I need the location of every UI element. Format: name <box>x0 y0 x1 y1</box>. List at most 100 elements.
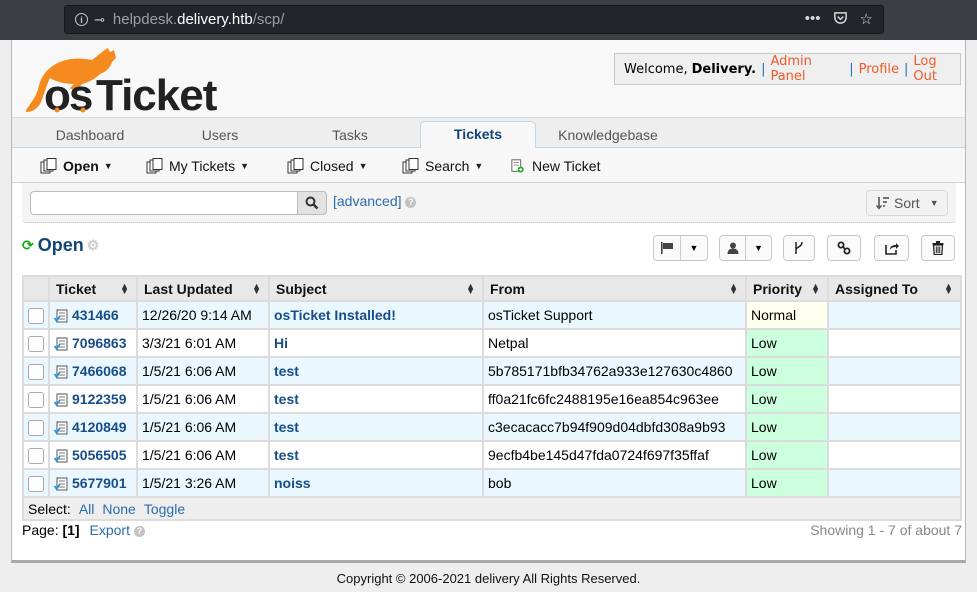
ticket-number-link[interactable]: 7466068 <box>72 363 127 379</box>
row-checkbox[interactable] <box>28 475 44 492</box>
caret-down-icon: ▼ <box>754 243 763 253</box>
ticket-number-link[interactable]: 5056505 <box>72 447 127 463</box>
subject-link[interactable]: test <box>274 447 299 463</box>
ticket-number-link[interactable]: 431466 <box>72 307 119 323</box>
subject-link[interactable]: test <box>274 419 299 435</box>
queue-title-text[interactable]: Open <box>38 235 84 256</box>
refresh-icon[interactable]: ⟳ <box>22 237 34 254</box>
ticket-number-link[interactable]: 5677901 <box>72 475 127 491</box>
svg-text:Ticket: Ticket <box>96 71 218 114</box>
svg-text:os: os <box>44 71 92 114</box>
select-toggle-link[interactable]: Toggle <box>144 501 185 517</box>
tab-users[interactable]: Users <box>164 124 276 149</box>
subnav-new-ticket[interactable]: New Ticket <box>511 148 600 183</box>
row-checkbox-cell <box>22 384 50 414</box>
row-checkbox[interactable] <box>28 419 44 436</box>
subject-cell: noiss <box>268 468 484 498</box>
column-header-priority[interactable]: Priority ▲ ▼ <box>745 275 829 302</box>
table-row[interactable]: 5056505 1/5/21 6:06 AM test 9ecfb4be145d47f… <box>22 440 962 470</box>
subject-link[interactable]: test <box>274 391 299 407</box>
subject-link[interactable]: noiss <box>274 475 311 491</box>
column-header-from[interactable]: From ▲ ▼ <box>482 275 747 302</box>
advanced-search-link[interactable]: [advanced] ? <box>333 193 417 209</box>
sort-button[interactable]: Sort ▼ <box>866 190 948 216</box>
address-bar[interactable]: i ⊸ helpdesk. delivery.htb/scp/ ••• ☆ <box>64 5 884 34</box>
profile-link[interactable]: Profile <box>859 62 899 77</box>
gear-icon[interactable]: ⚙ <box>87 237 100 254</box>
pocket-icon[interactable] <box>833 10 848 29</box>
column-header-last-updated[interactable]: Last Updated ▲ ▼ <box>136 275 270 302</box>
row-checkbox[interactable] <box>28 307 44 324</box>
last-updated-cell: 1/5/21 3:26 AM <box>136 468 270 498</box>
sub-nav: Open ▼ My Tickets ▼ Closed ▼ Search ▼ New Ti… <box>12 148 965 183</box>
tab-dashboard[interactable]: Dashboard <box>34 124 146 149</box>
ticket-number-link[interactable]: 7096863 <box>72 335 127 351</box>
ticket-icon <box>54 477 68 491</box>
url-host: delivery.htb <box>177 11 253 28</box>
search-input[interactable] <box>30 191 298 215</box>
logout-link[interactable]: Log Out <box>913 54 960 84</box>
flag-dropdown-button[interactable]: ▼ <box>653 235 708 261</box>
ticket-number-link[interactable]: 9122359 <box>72 391 127 407</box>
osticket-logo[interactable]: os Ticket <box>20 44 230 120</box>
admin-panel-link[interactable]: Admin Panel <box>770 54 844 84</box>
link-icon <box>837 241 851 255</box>
assigned-to-cell <box>827 300 962 330</box>
column-header-subject[interactable]: Subject ▲ ▼ <box>268 275 484 302</box>
assign-dropdown-button[interactable]: ▼ <box>719 235 772 261</box>
help-icon[interactable]: ? <box>133 525 145 537</box>
url-path: /scp/ <box>252 11 285 28</box>
from-cell: osTicket Support <box>482 300 747 330</box>
subnav-search[interactable]: Search ▼ <box>402 148 483 183</box>
tab-knowledgebase[interactable]: Knowledgebase <box>552 124 664 149</box>
tab-tickets[interactable]: Tickets <box>420 121 536 150</box>
priority-cell: Low <box>745 356 829 386</box>
table-row[interactable]: 4120849 1/5/21 6:06 AM test c3ecacacc7b94f9… <box>22 412 962 442</box>
select-all-link[interactable]: All <box>79 501 95 517</box>
subject-link[interactable]: test <box>274 363 299 379</box>
row-checkbox[interactable] <box>28 335 44 352</box>
subnav-my-tickets[interactable]: My Tickets ▼ <box>146 148 249 183</box>
subject-link[interactable]: Hi <box>274 335 288 351</box>
assigned-to-cell <box>827 356 962 386</box>
row-checkbox[interactable] <box>28 391 44 408</box>
from-cell: 5b785171bfb34762a933e127630c4860 <box>482 356 747 386</box>
table-row[interactable]: 5677901 1/5/21 3:26 AM noiss bob Low <box>22 468 962 498</box>
transfer-button[interactable] <box>874 235 909 261</box>
pagination-row: Page: [1] Export ? Showing 1 - 7 of abou… <box>22 522 962 538</box>
caret-down-icon: ▼ <box>103 160 113 171</box>
subject-link[interactable]: osTicket Installed! <box>274 307 396 323</box>
tab-tasks[interactable]: Tasks <box>294 124 406 149</box>
info-icon[interactable]: i <box>75 13 88 26</box>
bookmark-star-icon[interactable]: ☆ <box>860 10 873 29</box>
search-button[interactable] <box>297 191 327 215</box>
from-cell: bob <box>482 468 747 498</box>
more-actions-icon[interactable]: ••• <box>805 10 821 29</box>
merge-button[interactable] <box>783 235 815 261</box>
row-checkbox[interactable] <box>28 363 44 380</box>
export-link[interactable]: Export <box>90 522 130 538</box>
ticket-number-link[interactable]: 4120849 <box>72 419 127 435</box>
row-checkbox[interactable] <box>28 447 44 464</box>
subnav-open[interactable]: Open ▼ <box>40 148 113 183</box>
column-header-assigned-to[interactable]: Assigned To ▲ ▼ <box>827 275 962 302</box>
column-header-ticket[interactable]: Ticket ▲ ▼ <box>48 275 138 302</box>
browser-toolbar: i ⊸ helpdesk. delivery.htb/scp/ ••• ☆ <box>0 0 977 40</box>
link-button[interactable] <box>827 235 861 261</box>
welcome-text: Welcome, <box>624 61 688 77</box>
select-none-link[interactable]: None <box>102 501 135 517</box>
subject-cell: osTicket Installed! <box>268 300 484 330</box>
table-row[interactable]: 7096863 3/3/21 6:01 AM Hi Netpal Low <box>22 328 962 358</box>
assigned-to-cell <box>827 412 962 442</box>
subnav-closed[interactable]: Closed ▼ <box>287 148 368 183</box>
key-icon: ⊸ <box>94 11 105 27</box>
current-page[interactable]: [1] <box>62 522 79 538</box>
delete-button[interactable] <box>921 235 955 261</box>
ticket-icon <box>54 393 68 407</box>
help-icon[interactable]: ? <box>405 196 417 208</box>
table-row[interactable]: 431466 12/26/20 9:14 AM osTicket Installed… <box>22 300 962 330</box>
table-row[interactable]: 9122359 1/5/21 6:06 AM test ff0a21fc6fc2488… <box>22 384 962 414</box>
last-updated-cell: 1/5/21 6:06 AM <box>136 384 270 414</box>
table-row[interactable]: 7466068 1/5/21 6:06 AM test 5b785171bfb3476… <box>22 356 962 386</box>
new-ticket-icon <box>511 158 524 173</box>
